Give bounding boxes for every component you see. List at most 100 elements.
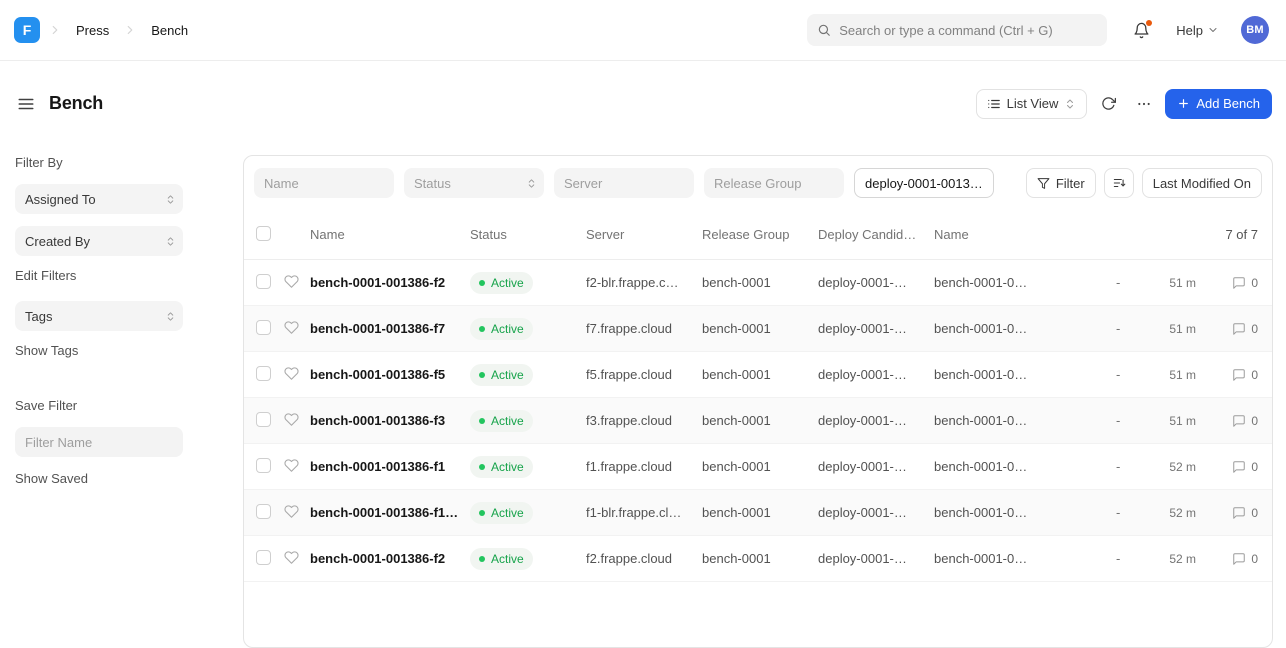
release-group-cell: bench-0001 — [702, 551, 818, 566]
row-checkbox[interactable] — [256, 504, 271, 519]
deploy-candidate-filter-input[interactable] — [854, 168, 994, 198]
table-row[interactable]: bench-0001-001386-f5 Active f5.frappe.cl… — [244, 352, 1272, 398]
topbar: F Press Bench Help — [0, 0, 1286, 61]
column-header-name2[interactable]: Name — [934, 227, 1116, 242]
add-bench-label: Add Bench — [1196, 96, 1260, 111]
comment-icon — [1232, 460, 1246, 474]
view-selector-button[interactable]: List View — [976, 89, 1088, 119]
heart-icon — [284, 504, 299, 519]
status-label: Active — [491, 276, 524, 290]
avatar-initials: BM — [1246, 24, 1264, 36]
favorite-button[interactable] — [284, 458, 299, 473]
column-header-status[interactable]: Status — [470, 227, 586, 242]
table-row[interactable]: bench-0001-001386-f7 Active f7.frappe.cl… — [244, 306, 1272, 352]
last-modified-cell: 52 m — [1140, 552, 1196, 566]
breadcrumb-bench[interactable]: Bench — [145, 19, 194, 42]
bench-name[interactable]: bench-0001-001386-f1… — [310, 505, 470, 520]
show-saved-link[interactable]: Show Saved — [15, 471, 88, 486]
notifications-button[interactable] — [1129, 18, 1154, 43]
more-options-button[interactable] — [1129, 89, 1159, 119]
comment-icon — [1232, 506, 1246, 520]
table-row[interactable]: bench-0001-001386-f2 Active f2-blr.frapp… — [244, 260, 1272, 306]
show-tags-link[interactable]: Show Tags — [15, 343, 78, 358]
bench-name[interactable]: bench-0001-001386-f2 — [310, 275, 470, 290]
frappe-logo[interactable]: F — [14, 17, 40, 43]
deploy-candidate-cell: deploy-0001-… — [818, 413, 934, 428]
status-dot — [479, 418, 485, 424]
row-checkbox[interactable] — [256, 458, 271, 473]
created-by-select[interactable]: Created By — [15, 226, 183, 256]
comment-count: 0 — [1251, 414, 1258, 428]
bench-name-secondary-cell: bench-0001-0… — [934, 459, 1116, 474]
filter-button[interactable]: Filter — [1026, 168, 1096, 198]
edit-filters-link[interactable]: Edit Filters — [15, 268, 76, 283]
filter-name-input[interactable] — [15, 427, 183, 457]
release-group-cell: bench-0001 — [702, 321, 818, 336]
table-row[interactable]: bench-0001-001386-f1… Active f1-blr.frap… — [244, 490, 1272, 536]
select-all-checkbox[interactable] — [256, 226, 271, 241]
notification-dot — [1146, 20, 1152, 26]
refresh-button[interactable] — [1093, 89, 1123, 119]
row-checkbox[interactable] — [256, 320, 271, 335]
favorite-button[interactable] — [284, 550, 299, 565]
column-header-deploy-candidate[interactable]: Deploy Candid… — [818, 227, 934, 242]
assigned-to-select[interactable]: Assigned To — [15, 184, 183, 214]
name-filter-input[interactable] — [254, 168, 394, 198]
column-header-release-group[interactable]: Release Group — [702, 227, 818, 242]
table-row[interactable]: bench-0001-001386-f1 Active f1.frappe.cl… — [244, 444, 1272, 490]
search-input[interactable] — [839, 23, 1097, 38]
comment-count: 0 — [1251, 276, 1258, 290]
status-filter-select[interactable]: Status — [404, 168, 544, 198]
status-dot — [479, 556, 485, 562]
help-menu[interactable]: Help — [1176, 23, 1219, 38]
server-cell: f7.frappe.cloud — [586, 321, 702, 336]
command-search[interactable] — [807, 14, 1107, 46]
empty-value-cell: - — [1116, 321, 1140, 336]
row-checkbox[interactable] — [256, 366, 271, 381]
breadcrumb: F Press Bench — [14, 17, 194, 43]
comment-count: 0 — [1251, 322, 1258, 336]
sort-direction-button[interactable] — [1104, 168, 1134, 198]
row-checkbox[interactable] — [256, 412, 271, 427]
server-filter-input[interactable] — [554, 168, 694, 198]
row-checkbox[interactable] — [256, 550, 271, 565]
favorite-button[interactable] — [284, 504, 299, 519]
bench-name[interactable]: bench-0001-001386-f5 — [310, 367, 470, 382]
table-row[interactable]: bench-0001-001386-f2 Active f2.frappe.cl… — [244, 536, 1272, 582]
release-group-cell: bench-0001 — [702, 413, 818, 428]
column-header-server[interactable]: Server — [586, 227, 702, 242]
release-group-filter-input[interactable] — [704, 168, 844, 198]
row-count: 7 of 7 — [1116, 227, 1260, 242]
page-title: Bench — [49, 93, 103, 114]
favorite-button[interactable] — [284, 412, 299, 427]
favorite-button[interactable] — [284, 274, 299, 289]
last-modified-cell: 51 m — [1140, 276, 1196, 290]
bench-name[interactable]: bench-0001-001386-f3 — [310, 413, 470, 428]
menu-icon — [17, 95, 35, 113]
sidebar-toggle-button[interactable] — [15, 93, 37, 115]
user-avatar[interactable]: BM — [1241, 16, 1269, 44]
table-row[interactable]: bench-0001-001386-f3 Active f3.frappe.cl… — [244, 398, 1272, 444]
bench-name-secondary-cell: bench-0001-0… — [934, 551, 1116, 566]
comments-cell: 0 — [1196, 506, 1260, 520]
refresh-icon — [1101, 96, 1116, 111]
favorite-button[interactable] — [284, 320, 299, 335]
comments-cell: 0 — [1196, 276, 1260, 290]
comment-count: 0 — [1251, 552, 1258, 566]
tags-select[interactable]: Tags — [15, 301, 183, 331]
sort-field-button[interactable]: Last Modified On — [1142, 168, 1262, 198]
heart-icon — [284, 458, 299, 473]
breadcrumb-press[interactable]: Press — [70, 19, 115, 42]
bench-name[interactable]: bench-0001-001386-f7 — [310, 321, 470, 336]
column-header-name[interactable]: Name — [310, 227, 470, 242]
row-checkbox[interactable] — [256, 274, 271, 289]
add-bench-button[interactable]: Add Bench — [1165, 89, 1272, 119]
bench-name[interactable]: bench-0001-001386-f1 — [310, 459, 470, 474]
status-dot — [479, 464, 485, 470]
favorite-button[interactable] — [284, 366, 299, 381]
list-icon — [987, 97, 1001, 111]
server-cell: f2-blr.frappe.c… — [586, 275, 702, 290]
bench-name[interactable]: bench-0001-001386-f2 — [310, 551, 470, 566]
deploy-candidate-cell: deploy-0001-… — [818, 367, 934, 382]
comment-count: 0 — [1251, 460, 1258, 474]
